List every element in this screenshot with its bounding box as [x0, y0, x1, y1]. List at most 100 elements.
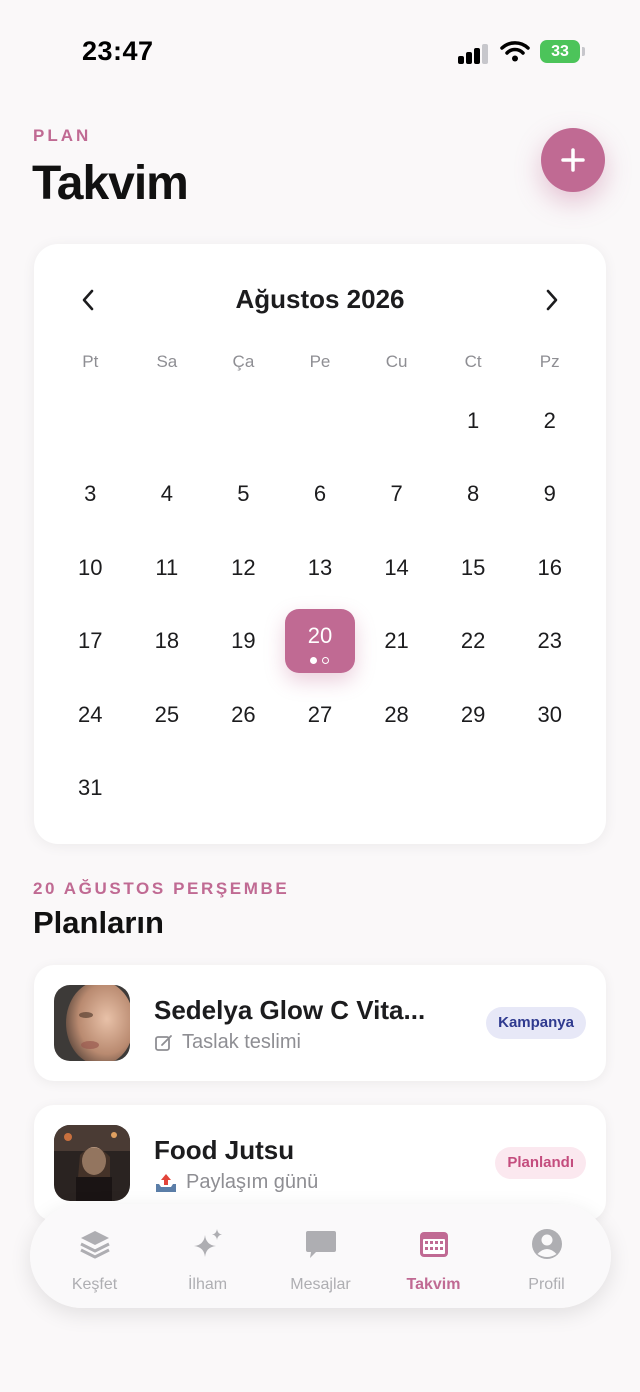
- tab-mesajlar[interactable]: Mesajlar: [267, 1204, 375, 1308]
- day-number: 31: [78, 775, 103, 801]
- day-cell[interactable]: 13: [282, 531, 359, 605]
- day-number: 28: [384, 701, 409, 727]
- tab-takvim[interactable]: Takvim: [380, 1204, 488, 1308]
- day-number: 21: [384, 628, 409, 654]
- sparkles-icon: [190, 1226, 226, 1262]
- day-cell[interactable]: 28: [358, 678, 435, 752]
- day-number: 29: [460, 701, 486, 727]
- weekday-label: Pz: [539, 352, 560, 371]
- day-cell-selected[interactable]: 20: [282, 605, 359, 679]
- wifi-icon: [500, 40, 530, 67]
- day-cell[interactable]: 30: [511, 678, 588, 752]
- plus-icon: [561, 148, 585, 172]
- day-number: 3: [84, 481, 97, 507]
- outbox-tray-icon: [156, 1173, 176, 1192]
- weekday-label: Pt: [82, 352, 99, 371]
- day-number: 22: [460, 628, 486, 654]
- day-number: 8: [467, 481, 480, 507]
- weekday-header: Pt Sa Ça Pe Cu Ct Pz: [52, 352, 588, 372]
- day-number: 18: [154, 628, 180, 654]
- day-number: 11: [155, 554, 179, 580]
- day-cell[interactable]: 1: [435, 384, 512, 458]
- add-plan-button[interactable]: [541, 128, 605, 192]
- day-number: 30: [537, 701, 562, 727]
- day-blank: [129, 384, 206, 458]
- next-month-button[interactable]: [534, 282, 570, 318]
- calendar-card: Ağustos 2026 Pt Sa Ça Pe Cu Ct Pz 1 2 3 4 5 6 7 8 9 10 1…: [34, 244, 606, 844]
- plan-title: Sedelya Glow C Vita...: [154, 995, 426, 1025]
- day-number: 12: [231, 554, 256, 580]
- day-number: 26: [231, 701, 256, 727]
- day-number: 5: [237, 481, 250, 507]
- day-number: 13: [307, 554, 333, 580]
- day-cell[interactable]: 24: [52, 678, 129, 752]
- plan-thumbnail: [54, 985, 130, 1061]
- tab-ilham[interactable]: İlham: [154, 1204, 262, 1308]
- edit-icon: [155, 1034, 172, 1051]
- plan-subtitle-text: Paylaşım günü: [186, 1171, 319, 1193]
- day-number: 4: [160, 481, 173, 507]
- plan-subtitle: Paylaşım günü: [154, 1171, 318, 1194]
- tab-label: Keşfet: [71, 1276, 118, 1293]
- day-cell[interactable]: 11: [129, 531, 206, 605]
- plan-card[interactable]: Sedelya Glow C Vita... Taslak teslimi Ka…: [34, 965, 606, 1081]
- weekday-label: Ça: [232, 352, 255, 371]
- day-cell[interactable]: 15: [435, 531, 512, 605]
- status-badge: Kampanya: [486, 1007, 586, 1039]
- day-cell[interactable]: 31: [52, 752, 129, 826]
- page-title: Takvim: [32, 157, 189, 210]
- status-time: 23:47: [82, 36, 154, 66]
- day-cell[interactable]: 6: [282, 458, 359, 532]
- day-cell[interactable]: 7: [358, 458, 435, 532]
- day-number: 9: [543, 481, 556, 507]
- day-cell[interactable]: 23: [511, 605, 588, 679]
- chat-bubble-icon: [303, 1226, 339, 1262]
- day-cell[interactable]: 4: [129, 458, 206, 532]
- day-cell[interactable]: 12: [205, 531, 282, 605]
- day-cell[interactable]: 5: [205, 458, 282, 532]
- event-dots: [310, 657, 330, 665]
- tab-label: Profil: [528, 1276, 565, 1293]
- day-cell[interactable]: 14: [358, 531, 435, 605]
- cellular-signal-icon: [458, 42, 492, 64]
- chevron-right-icon: [546, 289, 558, 311]
- tab-label: Takvim: [406, 1276, 461, 1293]
- day-number: 6: [313, 481, 327, 507]
- day-cell[interactable]: 17: [52, 605, 129, 679]
- day-blank: [52, 384, 129, 458]
- day-cell[interactable]: 8: [435, 458, 512, 532]
- day-number: 27: [307, 701, 333, 727]
- day-cell[interactable]: 10: [52, 531, 129, 605]
- day-blank: [358, 384, 435, 458]
- day-cell[interactable]: 19: [205, 605, 282, 679]
- day-cell[interactable]: 21: [358, 605, 435, 679]
- tab-kesfet[interactable]: Keşfet: [41, 1204, 149, 1308]
- weekday-label: Ct: [464, 352, 482, 371]
- person-icon: [529, 1226, 565, 1262]
- weekday-label: Cu: [385, 352, 408, 371]
- day-cell[interactable]: 9: [511, 458, 588, 532]
- event-dot: [310, 657, 318, 665]
- day-cell[interactable]: 22: [435, 605, 512, 679]
- day-cell[interactable]: 29: [435, 678, 512, 752]
- day-number: 23: [537, 628, 562, 654]
- day-cell[interactable]: 25: [129, 678, 206, 752]
- selected-date-label: 20 AĞUSTOS PERŞEMBE: [33, 879, 290, 898]
- day-cell[interactable]: 16: [511, 531, 588, 605]
- tab-profil[interactable]: Profil: [493, 1204, 601, 1308]
- day-cell[interactable]: 26: [205, 678, 282, 752]
- day-cell[interactable]: 3: [52, 458, 129, 532]
- day-number: 14: [384, 554, 409, 580]
- layers-icon: [77, 1226, 113, 1262]
- day-grid: 1 2 3 4 5 6 7 8 9 10 11 12 13 14 15 16 17 18 19 20 21 22 23 24 2…: [52, 384, 588, 825]
- day-number: 1: [467, 407, 480, 433]
- day-cell[interactable]: 27: [282, 678, 359, 752]
- day-cell[interactable]: 2: [511, 384, 588, 458]
- tab-bar: Keşfet İlham Mesajlar Takvim Profil: [30, 1204, 611, 1308]
- battery-icon: 33: [540, 40, 580, 63]
- day-cell[interactable]: 18: [129, 605, 206, 679]
- status-badge: Planlandı: [495, 1147, 586, 1179]
- month-label: Ağustos 2026: [235, 284, 405, 314]
- day-number: 20: [307, 623, 333, 649]
- plan-thumbnail: [54, 1125, 130, 1201]
